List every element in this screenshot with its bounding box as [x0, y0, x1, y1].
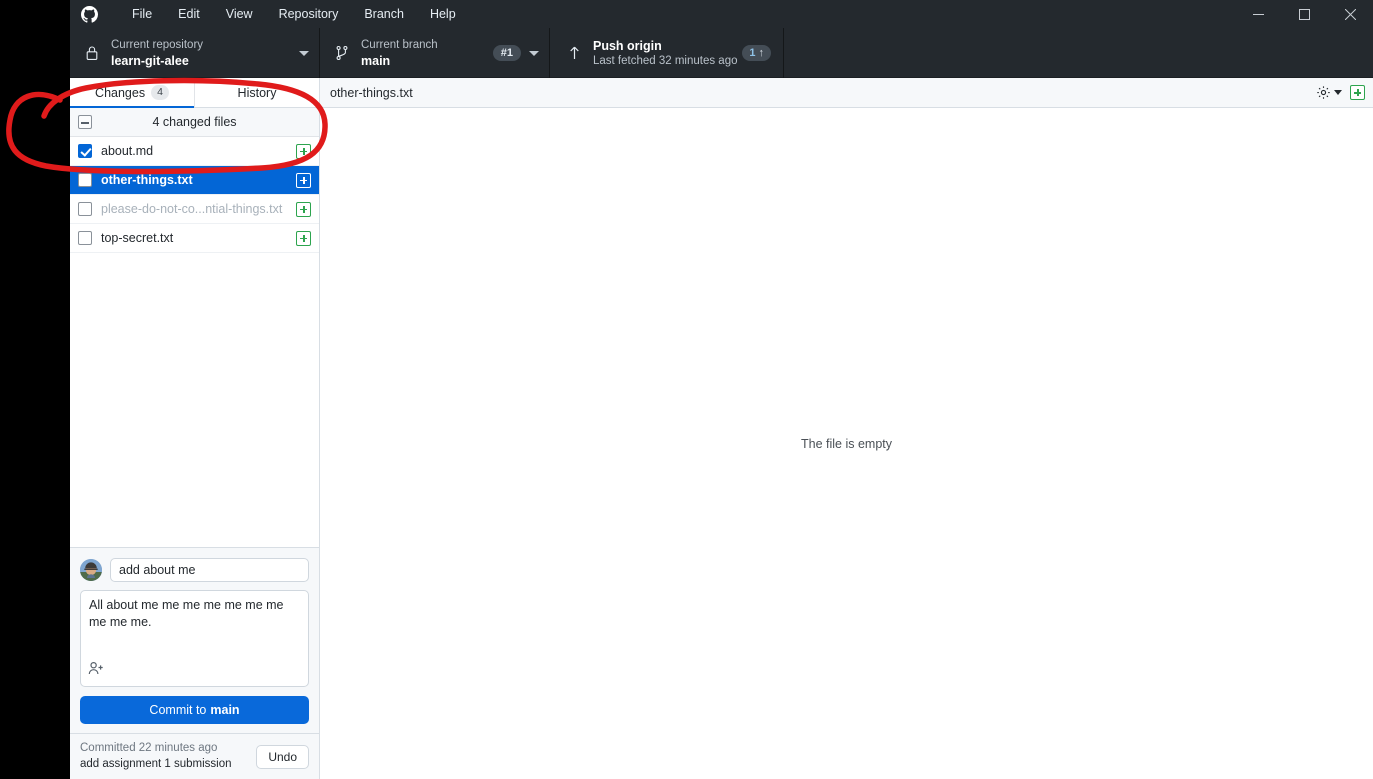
- github-desktop-window: File Edit View Repository Branch Help Cu…: [70, 0, 1373, 779]
- menu-bar: File Edit View Repository Branch Help: [119, 0, 469, 28]
- last-commit-undo-bar: Committed 22 minutes ago add assignment …: [70, 733, 319, 779]
- plus-icon[interactable]: [1350, 85, 1365, 100]
- file-status-added-icon: [296, 230, 311, 246]
- gear-icon: [1317, 86, 1330, 99]
- file-status-added-icon: [296, 201, 311, 217]
- diff-filename: other-things.txt: [330, 85, 413, 100]
- last-commit-text: Committed 22 minutes ago add assignment …: [80, 741, 248, 772]
- tab-changes-count: 4: [151, 85, 169, 100]
- last-commit-message: add assignment 1 submission: [80, 758, 232, 770]
- file-row-top-secret-txt[interactable]: top-secret.txt: [70, 224, 319, 253]
- main-panel: other-things.txt The file is empty: [320, 78, 1373, 779]
- push-count-badge: 1 ↑: [742, 45, 771, 61]
- chevron-down-icon: [1334, 90, 1342, 95]
- empty-file-message: The file is empty: [800, 436, 892, 451]
- commit-form: All about me me me me me me me me me me.…: [70, 547, 319, 733]
- branch-name: main: [361, 53, 391, 68]
- changed-files-list: about.md other-things.txt please-do-not-…: [70, 137, 319, 547]
- push-arrow-glyph: ↑: [758, 47, 765, 59]
- file-name: top-secret.txt: [101, 231, 174, 245]
- title-bar: File Edit View Repository Branch Help: [70, 0, 1373, 28]
- file-checkbox[interactable]: [78, 144, 92, 158]
- screenshot-root: File Edit View Repository Branch Help Cu…: [0, 0, 1373, 779]
- push-count: 1: [749, 47, 756, 59]
- commit-summary-row: [80, 558, 309, 582]
- file-row-other-things-txt[interactable]: other-things.txt: [70, 166, 319, 195]
- branch-chevron-down-icon: [529, 50, 539, 56]
- user-avatar: [80, 559, 102, 581]
- menu-item-file[interactable]: File: [119, 0, 165, 28]
- branch-label: Current branch: [361, 38, 438, 51]
- arrow-up-icon: [562, 45, 586, 61]
- menu-item-edit[interactable]: Edit: [165, 0, 213, 28]
- tab-changes[interactable]: Changes 4: [70, 78, 195, 108]
- tab-history-label: History: [237, 85, 277, 100]
- file-checkbox[interactable]: [78, 173, 92, 187]
- add-coauthor-icon[interactable]: [88, 661, 105, 681]
- changed-files-header: 4 changed files: [70, 108, 319, 137]
- close-button[interactable]: [1327, 0, 1373, 28]
- window-controls: [1235, 0, 1373, 28]
- push-subtitle: Last fetched 32 minutes ago: [593, 54, 738, 67]
- branch-icon: [330, 45, 354, 61]
- undo-button[interactable]: Undo: [256, 744, 309, 769]
- file-status-added-icon: [296, 172, 311, 188]
- file-status-added-icon: [296, 143, 311, 159]
- chevron-down-icon: [299, 50, 309, 56]
- push-origin-button[interactable]: Push origin Last fetched 32 minutes ago …: [550, 28, 784, 78]
- file-name: about.md: [101, 144, 154, 158]
- file-name: please-do-not-co...ntial-things.txt: [101, 202, 283, 216]
- file-name: other-things.txt: [101, 173, 193, 187]
- commit-description-box[interactable]: All about me me me me me me me me me me.: [80, 590, 309, 687]
- menu-item-help[interactable]: Help: [417, 0, 469, 28]
- diff-header: other-things.txt: [320, 78, 1373, 108]
- commit-summary-input[interactable]: [110, 558, 309, 582]
- repository-label: Current repository: [111, 38, 204, 51]
- commit-button-prefix: Commit to: [149, 703, 207, 717]
- commit-button-branch: main: [210, 703, 240, 717]
- push-text: Push origin Last fetched 32 minutes ago: [593, 38, 742, 69]
- sidebar-tabs: Changes 4 History: [70, 78, 319, 108]
- file-row-please-do-not-commit[interactable]: please-do-not-co...ntial-things.txt: [70, 195, 319, 224]
- file-checkbox[interactable]: [78, 231, 92, 245]
- toolbar: Current repository learn-git-alee Curren…: [70, 28, 1373, 78]
- repository-name: learn-git-alee: [111, 53, 189, 68]
- diff-options-button[interactable]: [1316, 85, 1342, 100]
- menu-item-repository[interactable]: Repository: [266, 0, 352, 28]
- current-repository-button[interactable]: Current repository learn-git-alee: [70, 28, 320, 78]
- current-branch-button[interactable]: Current branch main #1: [320, 28, 550, 78]
- push-title: Push origin: [593, 38, 662, 53]
- tab-history[interactable]: History: [195, 78, 319, 107]
- tab-changes-label: Changes: [95, 85, 146, 100]
- file-row-about-md[interactable]: about.md: [70, 137, 319, 166]
- menu-item-branch[interactable]: Branch: [351, 0, 417, 28]
- commit-to-main-button[interactable]: Commit to main: [80, 696, 309, 724]
- branch-text: Current branch main: [361, 38, 493, 69]
- changed-files-label: 4 changed files: [152, 115, 237, 129]
- last-commit-status: Committed 22 minutes ago: [80, 742, 218, 754]
- sidebar: Changes 4 History 4 changed files about.…: [70, 78, 320, 779]
- repository-text: Current repository learn-git-alee: [111, 38, 291, 69]
- file-checkbox[interactable]: [78, 202, 92, 216]
- diff-body: The file is empty: [320, 108, 1373, 779]
- pull-request-badge[interactable]: #1: [492, 45, 521, 61]
- diff-header-actions: [1316, 85, 1365, 100]
- commit-description-text: All about me me me me me me me me me me.: [89, 598, 287, 629]
- minimize-button[interactable]: [1235, 0, 1281, 28]
- lock-icon: [80, 45, 104, 61]
- menu-item-view[interactable]: View: [213, 0, 266, 28]
- github-logo-icon: [75, 0, 103, 28]
- maximize-button[interactable]: [1281, 0, 1327, 28]
